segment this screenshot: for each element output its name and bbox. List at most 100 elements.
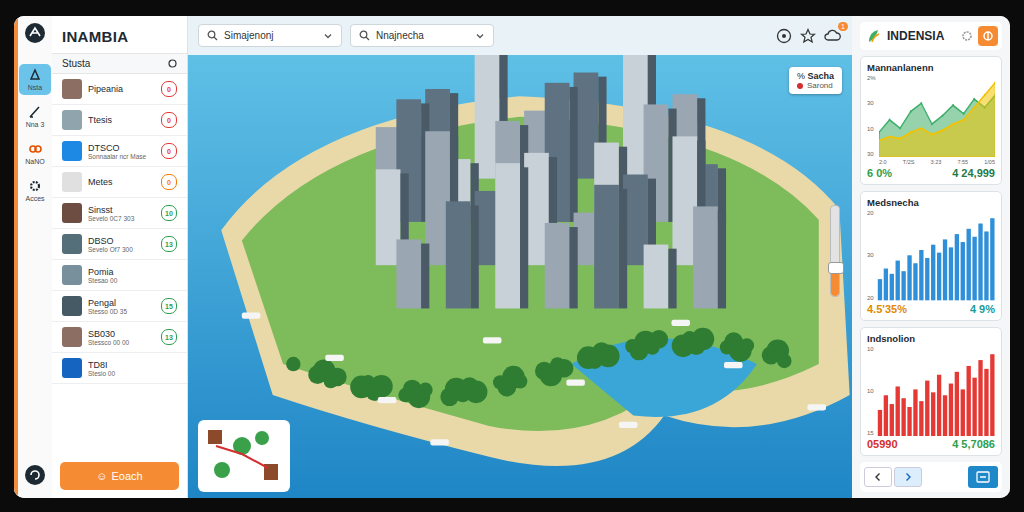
list-item[interactable]: Pomia Stesao 00 (52, 260, 187, 291)
item-thumbnail-icon (62, 110, 82, 130)
search-field[interactable]: Nnajnecha (350, 24, 494, 47)
bar (883, 269, 887, 301)
list-item[interactable]: Pengal Stesso 0D 35 15 (52, 291, 187, 322)
tree (597, 345, 620, 368)
bar (889, 274, 893, 300)
settings-icon[interactable] (961, 30, 973, 42)
building (594, 185, 627, 309)
item-badge: 10 (161, 205, 177, 221)
zoom-slider[interactable] (830, 205, 840, 297)
boat (242, 313, 261, 319)
bar (937, 253, 941, 301)
bar (972, 377, 976, 436)
next-button[interactable] (894, 467, 922, 487)
tree (286, 357, 300, 371)
data-point (941, 129, 943, 132)
list-item[interactable]: DTSCO Sonnaalar ncr Mase 0 (52, 136, 187, 167)
item-thumbnail-icon (62, 141, 82, 161)
bar (960, 389, 964, 436)
data-point (888, 135, 890, 138)
rail-item[interactable]: NaNO (19, 138, 51, 169)
bar (925, 258, 929, 300)
chart (877, 346, 995, 436)
stat-value: 4 24,999 (952, 167, 995, 179)
tree (328, 368, 347, 387)
item-thumbnail-icon (62, 203, 82, 223)
area-series (879, 82, 995, 157)
refresh-icon[interactable] (24, 464, 46, 490)
list-item[interactable]: Ttesis 0 (52, 105, 187, 136)
bar (954, 234, 958, 300)
item-badge: 13 (161, 236, 177, 252)
menu-button[interactable] (978, 26, 998, 46)
top-bar: Simajenonj Nnajnecha 1 (188, 16, 852, 55)
bar (943, 240, 947, 301)
star-icon[interactable] (800, 28, 816, 44)
bar (948, 248, 952, 301)
bar (931, 245, 935, 301)
list-item[interactable]: Metes 0 (52, 167, 187, 198)
data-point (931, 133, 933, 136)
stats-panel: INDENSIA Mannanlanenn 2%301030 2:0T/2S3:… (852, 16, 1010, 498)
data-point (910, 110, 912, 113)
bar (984, 369, 988, 436)
info-icon[interactable] (776, 28, 792, 44)
chart-card: Medsnecha 203020 4.5'35%4 9% (860, 191, 1002, 320)
item-thumbnail-icon (62, 265, 82, 285)
data-point (931, 123, 933, 126)
boat (483, 337, 502, 343)
boat (325, 355, 344, 361)
map-area: Simajenonj Nnajnecha 1 % Sacha Sarond (188, 16, 852, 498)
item-thumbnail-icon (62, 234, 82, 254)
rail-item[interactable]: Nsta (19, 64, 51, 95)
list-item[interactable]: Pipeania 0 (52, 74, 187, 105)
building (396, 239, 429, 308)
bar (907, 407, 911, 436)
data-point (910, 131, 912, 134)
chart (879, 75, 995, 157)
y-tick: 2% (867, 75, 876, 81)
building (545, 223, 578, 309)
building (644, 245, 677, 309)
bar (901, 398, 905, 436)
item-thumbnail-icon (62, 79, 82, 99)
item-badge: 13 (161, 329, 177, 345)
list-item[interactable]: SB030 Stessco 00 00 13 (52, 322, 187, 353)
x-tick: 1/05 (984, 159, 995, 165)
tree (513, 374, 527, 388)
tree (555, 359, 574, 378)
prev-button[interactable] (864, 467, 892, 487)
boat (566, 380, 585, 386)
icon-rail: Nsta Nna 3 NaNO Acces (14, 16, 52, 498)
bar (883, 395, 887, 436)
minimap-icon[interactable] (198, 420, 290, 492)
rail-item-icon (28, 179, 42, 193)
tree (777, 354, 791, 368)
rail-item[interactable]: Nna 3 (19, 101, 51, 132)
chevron-right-icon (903, 472, 913, 482)
export-button[interactable] (968, 466, 998, 488)
tree (650, 330, 669, 349)
x-tick: T/2S (903, 159, 915, 165)
options-icon[interactable] (168, 59, 177, 68)
list-item[interactable]: DBSO Sevelo Of7 300 13 (52, 229, 187, 260)
cloud-button[interactable]: 1 (824, 28, 842, 44)
leaf-logo-icon (866, 28, 882, 44)
city-map[interactable]: % Sacha Sarond (188, 55, 852, 498)
section-header: Stusta (52, 53, 187, 74)
data-point (899, 137, 901, 140)
rail-item[interactable]: Acces (19, 175, 51, 206)
logo-icon[interactable] (24, 22, 46, 48)
list-item[interactable]: Sinsst Sevelo 0C7 303 10 (52, 198, 187, 229)
action-button[interactable]: ☺Eoach (60, 462, 179, 490)
list-item[interactable]: TD8I Stesio 00 (52, 353, 187, 384)
data-point (973, 106, 975, 109)
data-point (994, 81, 995, 84)
stat-value: 4.5'35% (867, 303, 907, 315)
bar (990, 354, 994, 436)
stat-value: 4 5,7086 (952, 438, 995, 450)
bar (895, 261, 899, 301)
x-tick: 7:55 (957, 159, 968, 165)
boat (671, 320, 690, 326)
search-field[interactable]: Simajenonj (198, 24, 342, 47)
